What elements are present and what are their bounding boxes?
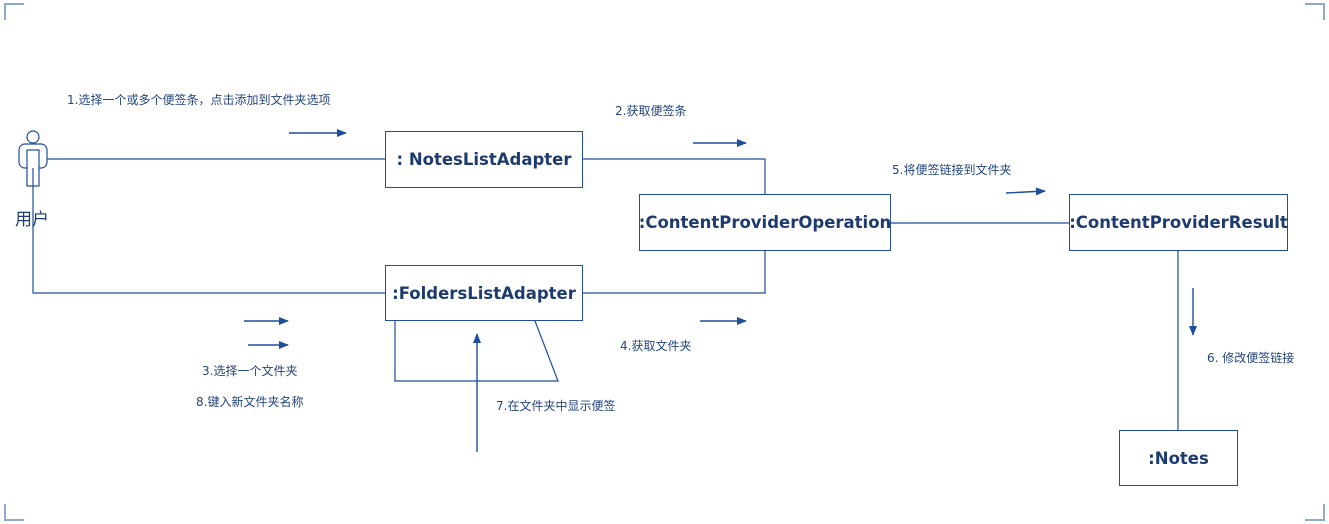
message-label-8: 8.键入新文件夹名称 [196,395,304,409]
message-label-3: 3.选择一个文件夹 [202,364,298,378]
link-folders-adapter-operation [583,251,766,294]
content-provider-result-box: :ContentProviderResult [1069,194,1288,251]
actor-user-label: 用户 [15,210,49,230]
corner-mark-top-left [4,3,24,20]
collaboration-diagram: 用户 : NotesListAdapter :ContentProviderOp… [0,0,1329,524]
arrow-msg-5 [1005,187,1046,196]
folders-list-adapter-box: :FoldersListAdapter [385,265,583,321]
message-label-1: 1.选择一个或多个便签条，点击添加到文件夹选项 [67,93,331,107]
message-label-2: 2.获取便签条 [615,104,687,118]
corner-mark-bottom-right [1305,504,1325,521]
notes-list-adapter-box: : NotesListAdapter [385,131,583,188]
content-provider-operation-box: :ContentProviderOperation [639,194,891,251]
corner-mark-bottom-left [4,504,24,521]
message-label-6: 6. 修改便签链接 [1207,351,1295,365]
message-label-5: 5.将便签链接到文件夹 [892,163,1012,177]
message-label-4: 4.获取文件夹 [620,339,692,353]
link-notes-adapter-operation [583,158,766,194]
link-user-folders-adapter [32,186,385,294]
association-lines [32,158,1179,430]
message-label-7: 7.在文件夹中显示便签 [496,399,616,413]
actor-user-icon [18,130,48,187]
corner-mark-top-right [1305,3,1325,20]
notes-box: :Notes [1119,430,1238,486]
